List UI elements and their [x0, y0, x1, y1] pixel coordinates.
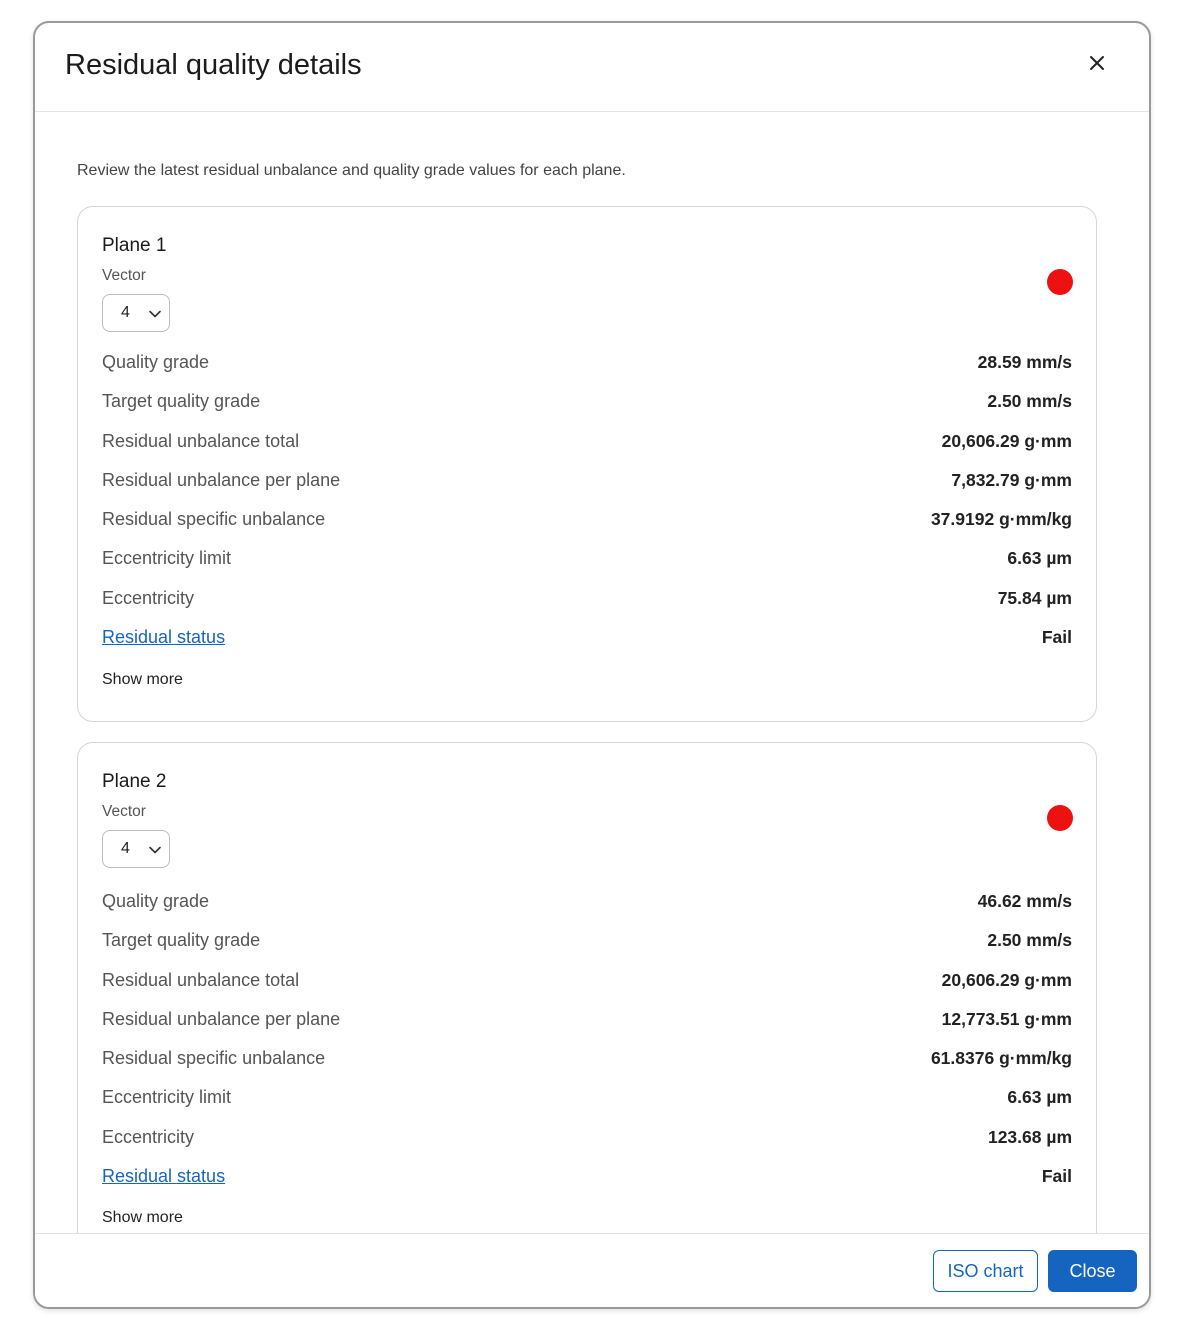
metric-value: 6.63 µm	[1007, 548, 1072, 569]
residual-status-link[interactable]: Residual status	[102, 627, 225, 648]
chevron-down-icon	[147, 306, 163, 322]
metric-value: 61.8376 g·mm/kg	[930, 1048, 1072, 1069]
metric-row: Residual status Fail	[102, 624, 1072, 663]
vector-select-value: 4	[121, 840, 130, 857]
metric-value: 28.59 mm/s	[977, 352, 1072, 372]
show-more-button[interactable]: Show more	[102, 671, 183, 689]
metric-value: 75.84 µm	[997, 587, 1072, 608]
residual-quality-dialog: Residual quality details Review the late…	[33, 21, 1151, 1309]
metric-value: 12,773.51 g·mm	[941, 1008, 1072, 1029]
metric-row: Eccentricity limit 6.63 µm	[102, 1084, 1072, 1123]
metric-label: Residual specific unbalance	[102, 509, 326, 530]
metric-row: Residual unbalance per plane 12,773.51 g…	[102, 1006, 1072, 1045]
show-more-button[interactable]: Show more	[102, 1209, 183, 1227]
dialog-header: Residual quality details	[35, 23, 1149, 112]
residual-status-value: Fail	[1041, 627, 1072, 648]
vector-label: Vector	[102, 803, 146, 820]
metric-label: Eccentricity	[102, 1126, 195, 1147]
vector-label: Vector	[102, 267, 146, 284]
metric-label: Quality grade	[102, 352, 210, 372]
metric-value: 123.68 µm	[987, 1126, 1072, 1147]
metric-row: Quality grade 46.62 mm/s	[102, 888, 1072, 927]
plane-card-1: Plane 1 Vector 4 Quality grade 28.59 mm/…	[77, 206, 1097, 722]
metric-value: 7,832.79 g·mm	[951, 469, 1072, 490]
dialog-body[interactable]: Review the latest residual unbalance and…	[35, 112, 1149, 1234]
close-button[interactable]: Close	[1048, 1250, 1137, 1292]
metric-value: 20,606.29 g·mm	[941, 430, 1072, 451]
metric-row: Quality grade 28.59 mm/s	[102, 349, 1072, 388]
metric-row: Eccentricity 75.84 µm	[102, 585, 1072, 624]
plane-card-2: Plane 2 Vector 4 Quality grade 46.62 mm/…	[77, 742, 1097, 1234]
metric-row: Residual specific unbalance 61.8376 g·mm…	[102, 1045, 1072, 1084]
metric-label: Target quality grade	[102, 391, 261, 412]
metric-label: Residual unbalance per plane	[102, 469, 341, 490]
plane-title: Plane 1	[102, 235, 167, 256]
metric-value: 20,606.29 g·mm	[941, 969, 1072, 990]
metric-value: 46.62 mm/s	[977, 891, 1072, 911]
metric-row: Residual unbalance total 20,606.29 g·mm	[102, 428, 1072, 467]
metric-label: Residual unbalance per plane	[102, 1008, 341, 1029]
metric-row: Eccentricity limit 6.63 µm	[102, 545, 1072, 584]
residual-status-link[interactable]: Residual status	[102, 1166, 225, 1187]
metric-value: 2.50 mm/s	[987, 391, 1072, 412]
metric-label: Eccentricity limit	[102, 1087, 232, 1108]
metric-label: Residual unbalance total	[102, 430, 300, 451]
metric-label: Target quality grade	[102, 930, 261, 951]
status-indicator-dot	[1047, 269, 1073, 295]
residual-status-value: Fail	[1041, 1166, 1072, 1187]
metric-value: 6.63 µm	[1007, 1087, 1072, 1108]
metric-label: Residual unbalance total	[102, 969, 300, 990]
intro-text: Review the latest residual unbalance and…	[77, 162, 626, 179]
vector-select[interactable]: 4	[102, 830, 170, 868]
metric-row: Eccentricity 123.68 µm	[102, 1124, 1072, 1163]
metric-row: Residual unbalance total 20,606.29 g·mm	[102, 967, 1072, 1006]
dialog-footer: ISO chart Close	[35, 1233, 1149, 1307]
metrics-list: Quality grade 46.62 mm/s Target quality …	[102, 888, 1072, 1202]
metric-label: Residual specific unbalance	[102, 1048, 326, 1069]
vector-select[interactable]: 4	[102, 294, 170, 332]
metric-value: 2.50 mm/s	[987, 930, 1072, 951]
vector-select-value: 4	[121, 304, 130, 321]
metric-label: Eccentricity limit	[102, 548, 232, 569]
dialog-title: Residual quality details	[65, 49, 362, 81]
iso-chart-button[interactable]: ISO chart	[933, 1250, 1038, 1292]
chevron-down-icon	[147, 842, 163, 858]
metric-label: Eccentricity	[102, 587, 195, 608]
metric-row: Target quality grade 2.50 mm/s	[102, 927, 1072, 966]
metric-label: Quality grade	[102, 891, 210, 911]
metric-row: Target quality grade 2.50 mm/s	[102, 388, 1072, 427]
metric-value: 37.9192 g·mm/kg	[930, 509, 1072, 530]
metric-row: Residual unbalance per plane 7,832.79 g·…	[102, 467, 1072, 506]
metrics-list: Quality grade 28.59 mm/s Target quality …	[102, 349, 1072, 663]
close-icon[interactable]	[1085, 51, 1109, 75]
metric-row: Residual specific unbalance 37.9192 g·mm…	[102, 506, 1072, 545]
metric-row: Residual status Fail	[102, 1163, 1072, 1202]
plane-title: Plane 2	[102, 771, 167, 792]
status-indicator-dot	[1047, 805, 1073, 831]
